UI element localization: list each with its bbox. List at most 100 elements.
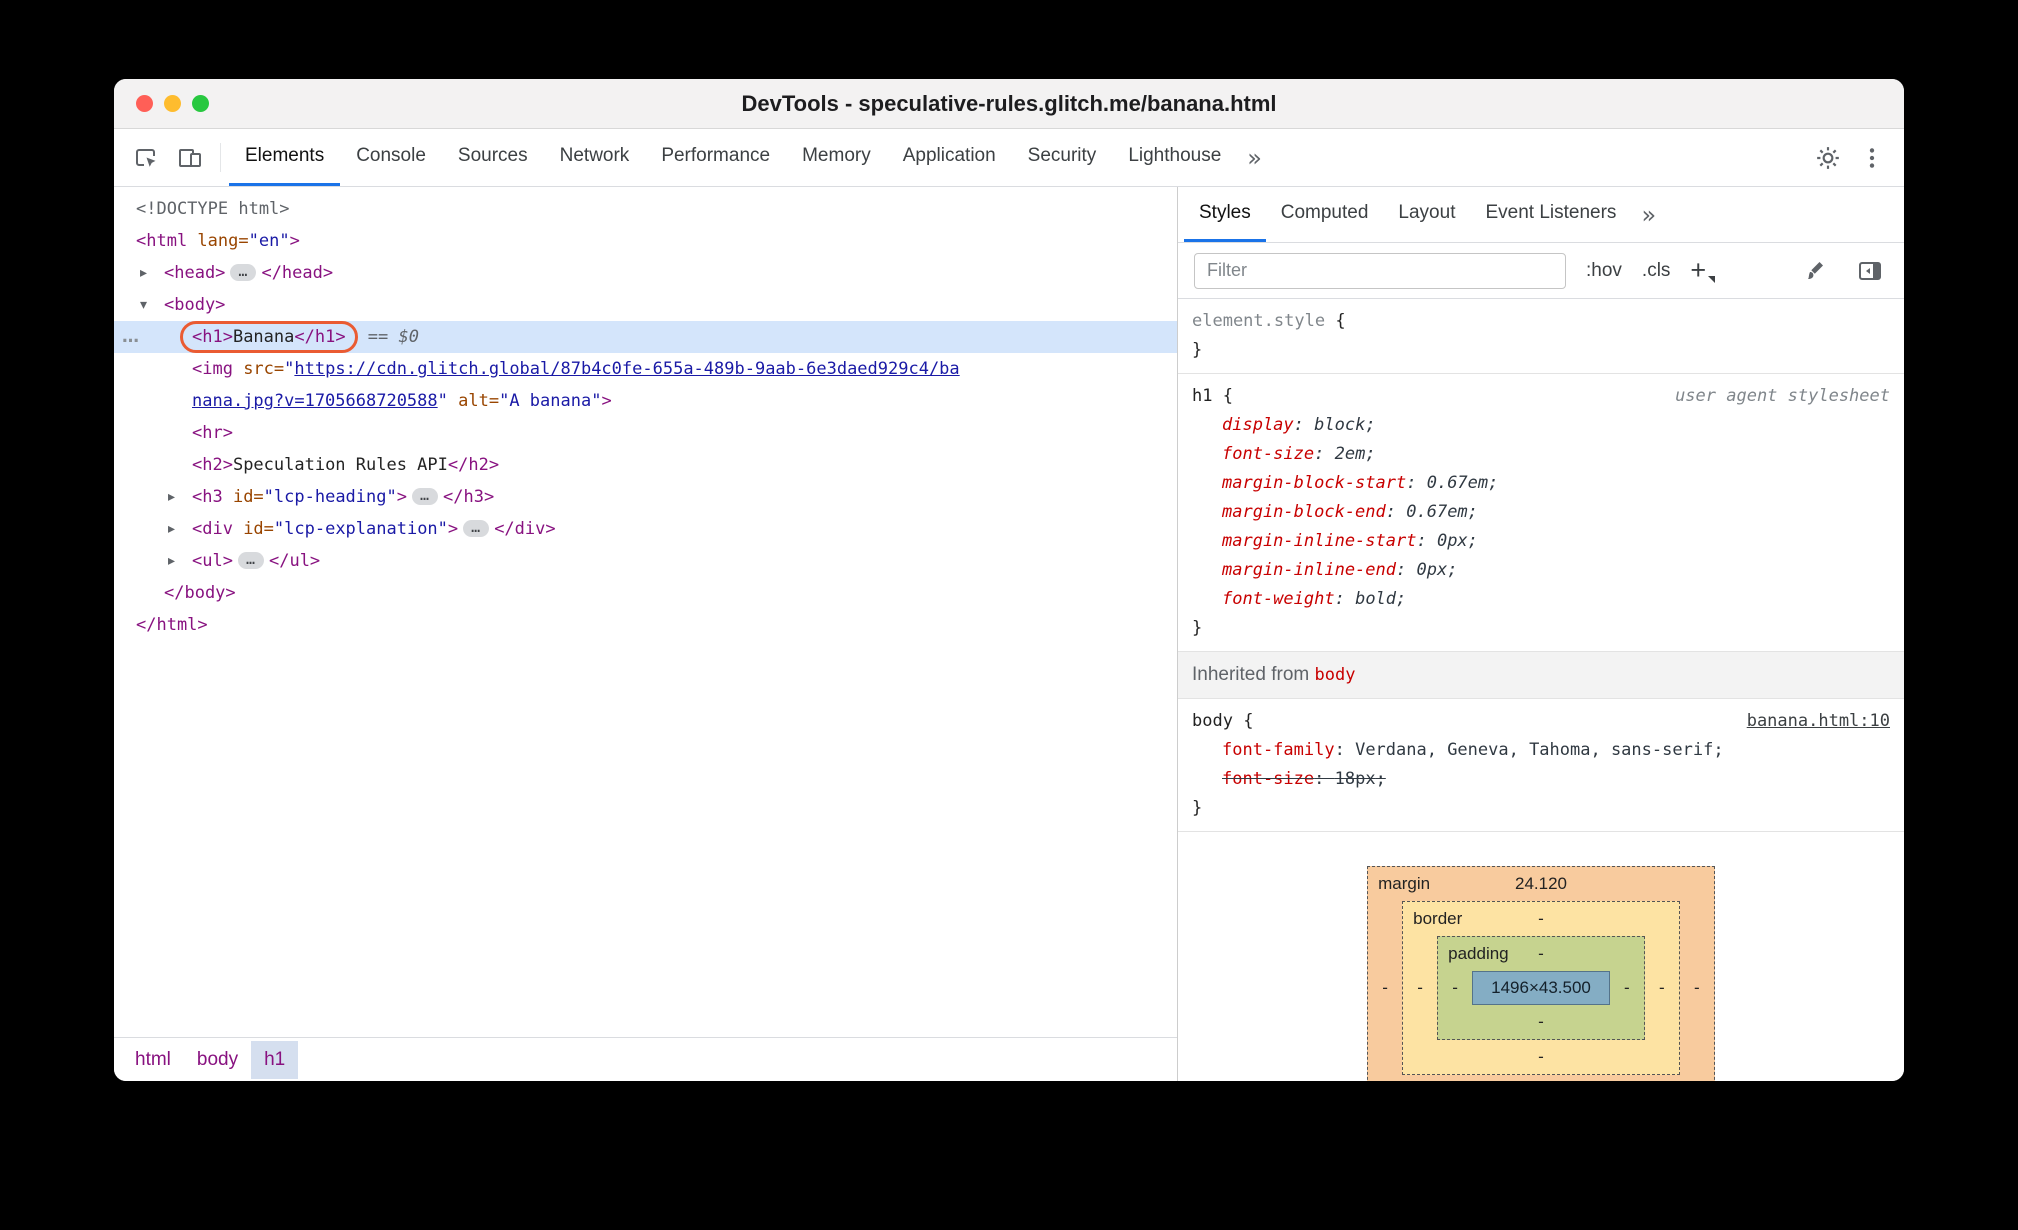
minimize-button[interactable] [164,95,181,112]
code-token: "lcp-explanation" [273,519,448,539]
tab-security[interactable]: Security [1012,129,1113,186]
zoom-button[interactable] [192,95,209,112]
element-classes-button[interactable]: .cls [1642,260,1671,282]
css-declaration[interactable]: font-size: 18px; [1192,765,1890,794]
dom-node-line[interactable]: ▸ <head>… </head> [114,257,1177,289]
element-style-rule[interactable]: element.style { } [1178,299,1904,374]
more-sidebar-tabs-icon[interactable]: » [1631,187,1666,242]
dom-node-line[interactable]: </html> [114,609,1177,641]
dom-node-line[interactable]: ▸ <ul>… </ul> [114,545,1177,577]
body-node-link[interactable]: body [1315,665,1356,685]
border-label: border [1413,909,1463,928]
code-token: <body> [164,295,226,315]
expand-arrow-icon[interactable]: ▸ [168,513,175,545]
code-token: https://cdn.glitch.global/87b4c0fe-655a-… [294,359,960,379]
dom-node-line[interactable]: <img src="https://cdn.glitch.global/87b4… [114,353,1177,385]
tab-application[interactable]: Application [887,129,1012,186]
css-declaration[interactable]: font-family: Verdana, Geneva, Tahoma, sa… [1192,736,1890,765]
more-tabs-icon[interactable]: » [1237,129,1272,186]
expand-inline-ellipsis-button[interactable]: … [411,488,439,505]
dom-node-line[interactable]: <hr> [114,417,1177,449]
dom-node-line[interactable]: ▸ <h3 id="lcp-heading">… </h3> [114,481,1177,513]
border-top-value[interactable]: - [1538,909,1544,928]
padding-bottom-value[interactable]: - [1438,1005,1644,1039]
expand-inline-ellipsis-button[interactable]: … [463,520,490,537]
sidebar-tab-computed[interactable]: Computed [1266,187,1384,242]
toggle-element-state-button[interactable]: :hov [1586,260,1622,282]
stylesheet-source-link[interactable]: banana.html:10 [1747,707,1890,736]
format-paint-icon[interactable] [1796,253,1832,289]
dom-node-line[interactable]: ▸ <div id="lcp-explanation">… </div> [114,513,1177,545]
breadcrumb-body[interactable]: body [184,1041,251,1079]
expand-inline-ellipsis-button[interactable]: … [230,264,257,281]
css-declaration[interactable]: display: block; [1192,411,1890,440]
code-token: <h3 [192,487,223,507]
element-style-selector[interactable]: element.style [1192,311,1325,331]
sidebar-tab-layout[interactable]: Layout [1383,187,1470,242]
settings-gear-icon[interactable] [1806,136,1850,180]
expand-arrow-icon[interactable]: ▸ [140,257,147,289]
margin-bottom-value[interactable] [1368,1075,1714,1081]
styles-filter-input[interactable] [1194,252,1566,289]
breadcrumb-h1[interactable]: h1 [251,1040,299,1079]
tab-performance[interactable]: Performance [645,129,786,186]
menu-kebab-icon[interactable] [1850,136,1894,180]
css-declaration[interactable]: font-weight: bold; [1192,585,1890,614]
dom-node-line[interactable]: </body> [114,577,1177,609]
body-rule[interactable]: body { banana.html:10 font-family: Verda… [1178,699,1904,832]
inspect-element-icon[interactable] [124,136,168,180]
dom-node-line[interactable]: <h2>Speculation Rules API</h2> [114,449,1177,481]
tab-memory[interactable]: Memory [786,129,887,186]
margin-label: margin [1378,874,1431,893]
tab-lighthouse[interactable]: Lighthouse [1112,129,1237,186]
close-button[interactable] [136,95,153,112]
tab-elements[interactable]: Elements [229,129,341,186]
margin-top-value[interactable]: 24.120 [1515,874,1567,893]
box-model-padding[interactable]: padding - - 1496×43.500 - - [1437,936,1645,1040]
sidebar-tabs: Styles Computed Layout Event Listeners » [1178,187,1904,243]
dom-node-line[interactable]: nana.jpg?v=1705668720588" alt="A banana"… [114,385,1177,417]
expand-inline-ellipsis-button[interactable]: … [237,552,264,569]
border-right-value[interactable]: - [1645,978,1679,998]
css-declaration[interactable]: margin-block-end: 0.67em; [1192,498,1890,527]
rule-selector[interactable]: body [1192,711,1233,731]
expand-arrow-icon[interactable]: ▸ [168,545,175,577]
breadcrumb-html[interactable]: html [122,1041,184,1079]
sidebar-tab-styles[interactable]: Styles [1184,187,1266,242]
code-token: <ul> [192,551,233,571]
code-token: == $0 [357,327,419,347]
expand-arrow-icon[interactable]: ▸ [168,481,175,513]
dom-node-line[interactable]: <html lang="en"> [114,225,1177,257]
rule-selector[interactable]: h1 [1192,386,1212,406]
toggle-sidebar-icon[interactable] [1852,253,1888,289]
devtools-window: DevTools - speculative-rules.glitch.me/b… [114,79,1904,1081]
collapse-arrow-icon[interactable]: ▾ [140,289,147,321]
main-toolbar: Elements Console Sources Network Performance… [114,129,1904,187]
sidebar-tab-event-listeners[interactable]: Event Listeners [1470,187,1631,242]
css-declaration[interactable]: margin-inline-end: 0px; [1192,556,1890,585]
dom-node-line[interactable]: ▾ <body> [114,289,1177,321]
h1-user-agent-rule[interactable]: h1 { user agent stylesheet display: bloc… [1178,374,1904,652]
code-token: src= [232,359,285,379]
box-model-margin[interactable]: margin 24.120 - border - - padding - - 1… [1367,866,1715,1081]
device-toolbar-icon[interactable] [168,136,212,180]
row-more-actions-icon[interactable]: … [122,321,140,353]
border-left-value[interactable]: - [1403,978,1437,998]
box-model-border[interactable]: border - - padding - - 1496×43.500 - - -… [1402,901,1680,1075]
new-style-rule-button[interactable]: + [1690,257,1715,284]
css-declaration[interactable]: margin-block-start: 0.67em; [1192,469,1890,498]
padding-left-value[interactable]: - [1438,978,1472,998]
padding-top-value[interactable]: - [1538,944,1544,963]
tab-sources[interactable]: Sources [442,129,544,186]
tab-console[interactable]: Console [340,129,442,186]
css-declaration[interactable]: margin-inline-start: 0px; [1192,527,1890,556]
border-bottom-value[interactable]: - [1403,1040,1679,1074]
tab-network[interactable]: Network [544,129,646,186]
margin-right-value[interactable]: - [1680,978,1714,998]
margin-left-value[interactable]: - [1368,978,1402,998]
box-model-content[interactable]: 1496×43.500 [1472,971,1610,1005]
dom-node-line[interactable]: <!DOCTYPE html> [114,193,1177,225]
padding-right-value[interactable]: - [1610,978,1644,998]
css-declaration[interactable]: font-size: 2em; [1192,440,1890,469]
dom-node-line[interactable]: … <h1>Banana</h1> == $0 [114,321,1177,353]
